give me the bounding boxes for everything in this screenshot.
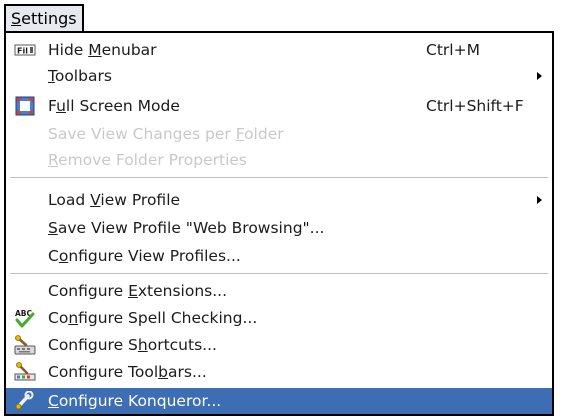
label-part: ave View Profile "Web Browsing"... — [57, 219, 325, 237]
full-screen-mode-label: Full Screen Mode — [48, 93, 180, 119]
full-screen-mode-shortcut: Ctrl+Shift+F — [426, 97, 524, 115]
label-accel: F — [235, 125, 245, 143]
remove-folder-properties-item: Remove Folder Properties — [6, 147, 552, 173]
configure-view-profiles-label: Configure View Profiles... — [48, 243, 241, 269]
label-part: C — [48, 247, 59, 265]
label-part: onfigure Konqueror... — [58, 392, 222, 410]
save-view-profile-label: Save View Profile "Web Browsing"... — [48, 215, 324, 241]
label-accel: V — [90, 191, 101, 209]
configure-toolbars-icon — [14, 362, 36, 382]
keyboard-shortcuts-icon — [14, 335, 36, 355]
menubar: Settings — [0, 0, 562, 34]
label-accel: M — [88, 41, 102, 59]
label-part: iew Profile — [100, 191, 181, 209]
configure-toolbars-item[interactable]: Configure Toolbars... — [6, 359, 552, 385]
svg-text:Fil: Fil — [17, 47, 28, 56]
label-part: F — [48, 97, 57, 115]
screen: Settings Fil Hide Menubar Ctrl+M Toolbar… — [0, 0, 562, 420]
menu-separator — [10, 273, 548, 274]
settings-dropdown: Fil Hide Menubar Ctrl+M Toolbars Full Sc… — [4, 31, 554, 416]
label-part: oolbars — [54, 67, 112, 85]
configure-shortcuts-item[interactable]: Configure Shortcuts... — [6, 332, 552, 358]
label-part: figure Spell Checking... — [78, 309, 258, 327]
fit-menubar-icon: Fil — [14, 40, 36, 60]
configure-toolbars-label: Configure Toolbars... — [48, 359, 207, 385]
settings-rest: ettings — [21, 9, 77, 28]
label-accel: u — [56, 97, 66, 115]
configure-konqueror-label: Configure Konqueror... — [48, 388, 221, 414]
save-view-changes-per-folder-item: Save View Changes per Folder — [6, 121, 552, 147]
toolbars-label: Toolbars — [48, 63, 112, 89]
settings-accel: S — [11, 9, 22, 28]
settings-menu-title[interactable]: Settings — [4, 4, 84, 31]
label-part: emove Folder Properties — [58, 151, 247, 169]
label-accel: C — [48, 392, 59, 410]
label-part: Configure Tool — [48, 363, 159, 381]
label-part: ortcuts... — [147, 336, 217, 354]
configure-shortcuts-label: Configure Shortcuts... — [48, 332, 217, 358]
label-accel: n — [68, 309, 79, 327]
configure-icon — [14, 390, 36, 411]
configure-extensions-label: Configure Extensions... — [48, 278, 227, 304]
load-view-profile-label: Load View Profile — [48, 187, 180, 213]
menu-separator — [10, 177, 548, 178]
label-part: nfigure View Profiles... — [68, 247, 241, 265]
configure-konqueror-item[interactable]: Configure Konqueror... — [6, 388, 552, 414]
configure-spell-checking-label: Configure Spell Checking... — [48, 305, 257, 331]
save-view-profile-item[interactable]: Save View Profile "Web Browsing"... — [6, 215, 552, 241]
save-view-changes-label: Save View Changes per Folder — [48, 121, 284, 147]
configure-view-profiles-item[interactable]: Configure View Profiles... — [6, 243, 552, 269]
label-accel: h — [137, 336, 148, 354]
spellcheck-icon: ABC — [14, 308, 36, 328]
label-part: Load — [48, 191, 91, 209]
submenu-arrow-icon — [537, 196, 542, 204]
label-accel: b — [158, 363, 169, 381]
label-part: Hide — [48, 41, 89, 59]
fullscreen-icon — [14, 96, 36, 116]
label-accel: E — [128, 282, 138, 300]
label-part: ars... — [168, 363, 207, 381]
label-part: Configure — [48, 282, 129, 300]
hide-menubar-shortcut: Ctrl+M — [426, 41, 480, 59]
label-accel: T — [48, 67, 55, 85]
toolbars-item[interactable]: Toolbars — [6, 63, 552, 89]
load-view-profile-item[interactable]: Load View Profile — [6, 187, 552, 213]
label-part: Configure S — [48, 336, 138, 354]
label-part: enubar — [101, 41, 157, 59]
remove-folder-properties-label: Remove Folder Properties — [48, 147, 247, 173]
label-part: xtensions... — [137, 282, 228, 300]
label-part: ll Screen Mode — [65, 97, 180, 115]
hide-menubar-label: Hide Menubar — [48, 37, 157, 63]
label-part: older — [244, 125, 284, 143]
label-accel: o — [58, 247, 69, 265]
submenu-arrow-icon — [537, 72, 542, 80]
label-accel: R — [48, 151, 59, 169]
configure-spell-checking-item[interactable]: ABC Configure Spell Checking... — [6, 305, 552, 331]
full-screen-mode-item[interactable]: Full Screen Mode Ctrl+Shift+F — [6, 93, 552, 119]
label-part: Co — [48, 309, 69, 327]
label-accel: S — [48, 219, 58, 237]
label-part: Save View Changes per — [48, 125, 236, 143]
configure-extensions-item[interactable]: Configure Extensions... — [6, 278, 552, 304]
hide-menubar-item[interactable]: Fil Hide Menubar Ctrl+M — [6, 37, 552, 63]
